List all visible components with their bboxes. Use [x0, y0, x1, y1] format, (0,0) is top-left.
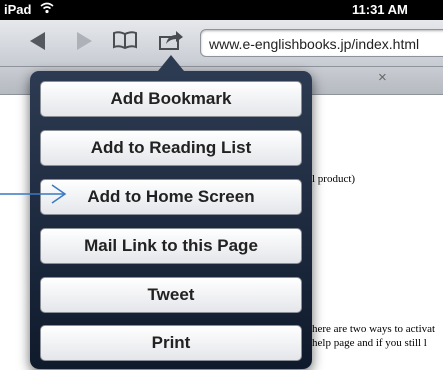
share-menu-popover: Add Bookmark Add to Reading List Add to … — [30, 71, 312, 369]
page-text-fragment: l product) — [312, 173, 356, 185]
annotation-arrow-icon — [0, 184, 68, 209]
add-to-reading-list-button[interactable]: Add to Reading List — [40, 130, 302, 166]
carrier-label: iPad — [4, 2, 32, 17]
tweet-button[interactable]: Tweet — [40, 277, 302, 313]
back-icon[interactable] — [30, 32, 45, 50]
browser-toolbar: www.e-englishbooks.jp/index.html — [0, 20, 443, 67]
clock: 11:31 AM — [352, 2, 408, 17]
print-button[interactable]: Print — [40, 325, 302, 361]
bookmarks-icon[interactable] — [112, 29, 138, 56]
status-bar: iPad 11:31 AM — [0, 0, 443, 20]
forward-icon[interactable] — [77, 32, 92, 50]
url-field[interactable]: www.e-englishbooks.jp/index.html — [200, 29, 443, 57]
mail-link-button[interactable]: Mail Link to this Page — [40, 228, 302, 264]
share-icon[interactable] — [158, 29, 184, 56]
page-text-fragment: here are two ways to activat — [312, 323, 436, 335]
page-text-fragment: help page and if you still l — [312, 337, 427, 349]
popover-arrow — [158, 55, 184, 71]
add-bookmark-button[interactable]: Add Bookmark — [40, 81, 302, 117]
add-to-home-screen-button[interactable]: Add to Home Screen — [40, 179, 302, 215]
wifi-icon — [40, 2, 54, 17]
close-tab-button[interactable]: × — [378, 69, 387, 86]
